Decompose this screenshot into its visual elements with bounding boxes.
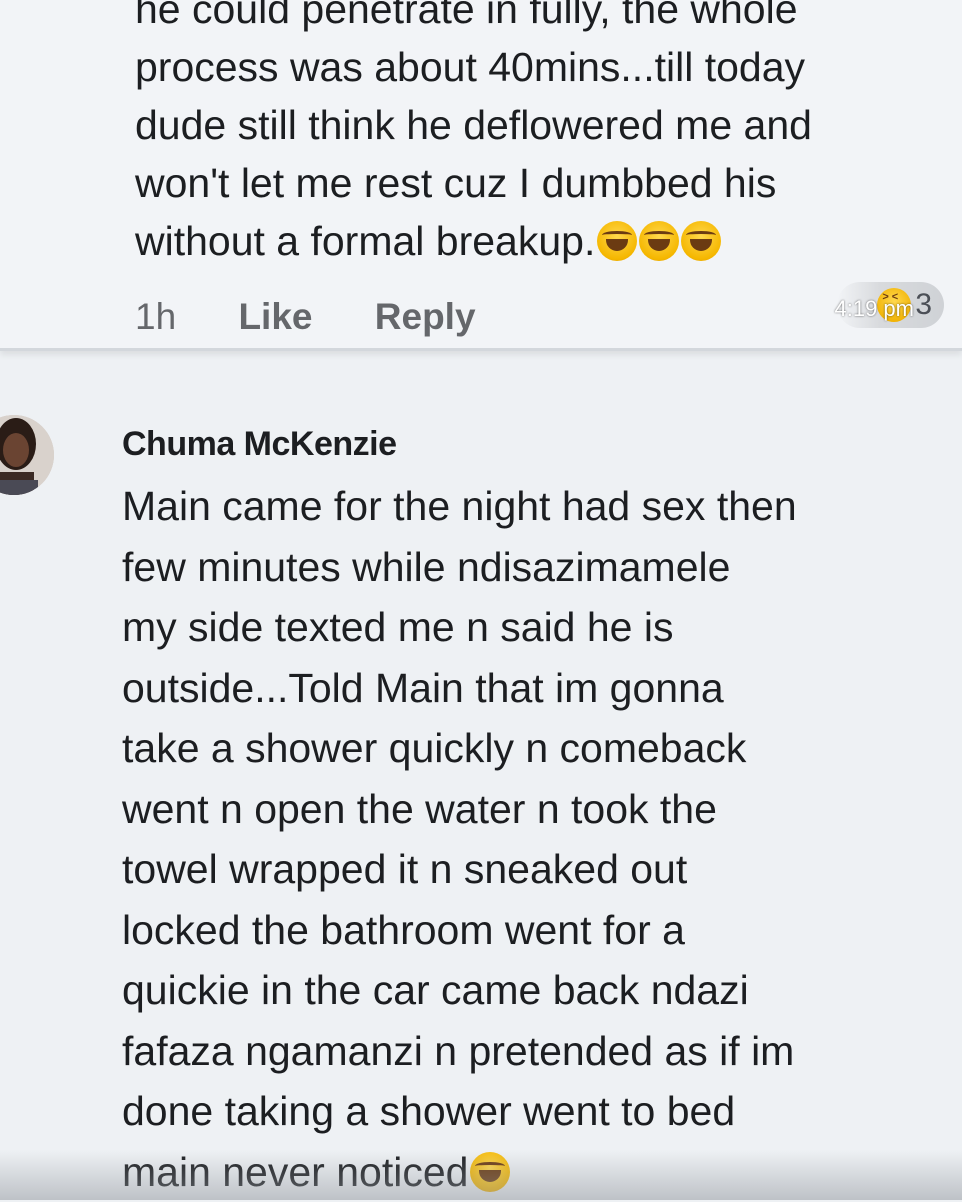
- comment-author[interactable]: Chuma McKenzie: [122, 425, 942, 464]
- comment-time: 1h: [135, 296, 177, 337]
- comment-text: Main came for the night had sex then few…: [122, 483, 797, 1195]
- comment-line: won't let me rest cuz I dumbbed his: [135, 160, 777, 206]
- comment: Chuma McKenzie Main came for the night h…: [122, 425, 942, 1202]
- comment-body: Main came for the night had sex then few…: [122, 476, 942, 1202]
- reaction-count: 3: [915, 288, 932, 321]
- bottom-shadow: [0, 1150, 962, 1200]
- comment-line: without a formal breakup.: [135, 212, 945, 270]
- message-timestamp: 4:19 pm: [834, 296, 915, 321]
- laughing-tears-emoji-icon: [597, 221, 638, 261]
- comment-line: he could penetrate in fully, the whole: [135, 0, 798, 32]
- comment-actions: 1h Like Reply: [135, 296, 528, 346]
- comment-line-text: without a formal breakup.: [135, 218, 596, 264]
- comment-line: process was about 40mins...till today: [135, 44, 805, 90]
- laughing-tears-emoji-icon: [681, 221, 722, 261]
- reply-button[interactable]: Reply: [375, 296, 476, 337]
- previous-comment-card: he could penetrate in fully, the whole p…: [0, 0, 962, 351]
- comment-line: dude still think he deflowered me and: [135, 102, 812, 148]
- like-button[interactable]: Like: [238, 296, 312, 337]
- avatar[interactable]: [0, 392, 68, 518]
- previous-comment-text: he could penetrate in fully, the whole p…: [135, 0, 945, 270]
- laughing-tears-emoji-icon: [639, 221, 680, 261]
